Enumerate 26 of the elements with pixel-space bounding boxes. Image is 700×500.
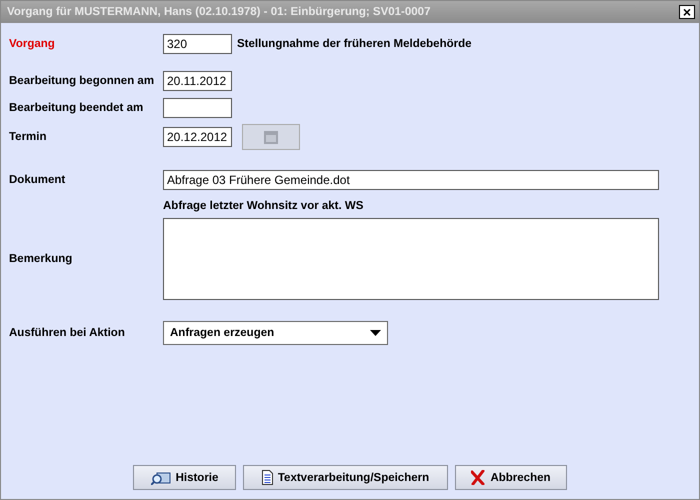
cancel-button[interactable]: Abbrechen xyxy=(455,465,567,490)
field-label: Bemerkung xyxy=(9,253,74,265)
close-button[interactable]: × xyxy=(679,5,695,19)
document-button[interactable]: Textverarbeitung/Speichern xyxy=(243,465,448,490)
window-title: Vorgang für MUSTERMANN, Hans (02.10.1978) - 01: Einbürgerung; SV01-0007 xyxy=(7,6,430,18)
input-field[interactable]: 320 xyxy=(163,34,232,54)
remark-field[interactable] xyxy=(163,218,659,300)
calendar-icon xyxy=(263,129,279,145)
date-field[interactable]: 20.11.2012 xyxy=(163,71,232,91)
cross-icon xyxy=(471,470,486,485)
input-field[interactable]: Abfrage 03 Frühere Gemeinde.dot xyxy=(163,170,659,190)
action-dropdown[interactable]: Anfragen erzeugen xyxy=(163,321,388,345)
magnifier-icon xyxy=(150,470,171,484)
dropdown-arrow-icon xyxy=(370,330,381,336)
description-text: Stellungnahme der früheren Meldebehörde xyxy=(237,38,472,50)
document-icon xyxy=(262,470,273,485)
field-label: Termin xyxy=(9,131,48,143)
field-label: Vorgang xyxy=(9,38,56,50)
field-label: Dokument xyxy=(9,174,66,186)
date-field[interactable]: 20.12.2012 xyxy=(163,127,232,147)
history-button[interactable]: Historie xyxy=(133,465,236,490)
field-label: Bearbeitung begonnen am xyxy=(9,75,156,87)
date-field[interactable] xyxy=(163,98,232,118)
field-label: Ausführen bei Aktion xyxy=(9,327,126,339)
field-label: Bearbeitung beendet am xyxy=(9,102,144,114)
document-description: Abfrage letzter Wohnsitz vor akt. WS xyxy=(163,200,364,212)
